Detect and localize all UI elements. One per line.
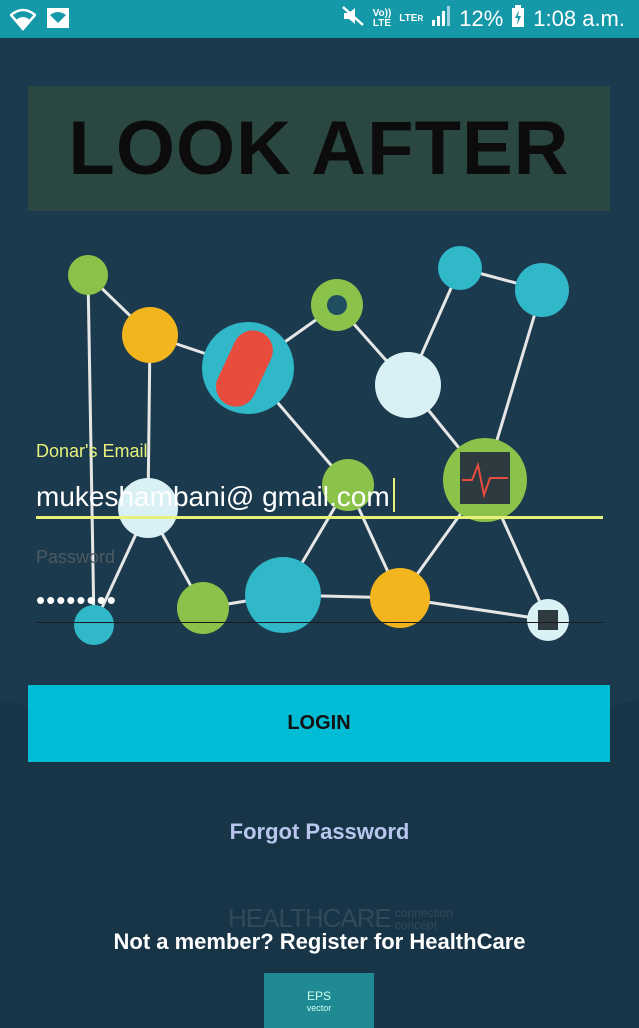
email-field-value: mukeshambani@ gmail.com (36, 481, 390, 512)
mute-icon (341, 5, 365, 33)
battery-charging-icon (511, 5, 525, 33)
eps-badge-line2: vector (306, 1002, 332, 1013)
login-button[interactable]: LOGIN (28, 685, 610, 762)
email-field-label: Donar's Email (36, 441, 148, 461)
password-field-label: Password (36, 547, 116, 567)
watermark-sub: connection concept (395, 907, 453, 931)
lte-indicator: LTE R (399, 13, 424, 24)
eps-vector-badge: EPS vector (264, 973, 374, 1028)
signal-icon (431, 5, 451, 33)
wifi-icon (9, 7, 37, 36)
password-field-value: •••••••• (36, 585, 117, 615)
password-field[interactable]: •••••••• (36, 585, 117, 616)
image-notification-icon (46, 7, 70, 36)
password-field-underline (36, 622, 603, 623)
forgot-password-link[interactable]: Forgot Password (0, 819, 639, 845)
app-title: LOOK AFTER (68, 106, 570, 191)
register-link[interactable]: Not a member? Register for HealthCare (0, 929, 639, 955)
text-cursor (392, 478, 395, 512)
volte-indicator: Vo)) LTE (372, 8, 392, 29)
eps-badge-line1: EPS (306, 988, 331, 1003)
watermark-sub-line1: connection (394, 905, 453, 920)
status-bar: Vo)) LTE LTE R 12% 1:08 a.m. (0, 0, 639, 38)
clock: 1:08 a.m. (533, 6, 625, 31)
email-field-underline (36, 516, 603, 519)
app-title-banner: LOOK AFTER (28, 86, 610, 211)
email-field[interactable]: mukeshambani@ gmail.com (36, 478, 395, 513)
battery-percent: 12% (459, 6, 504, 31)
